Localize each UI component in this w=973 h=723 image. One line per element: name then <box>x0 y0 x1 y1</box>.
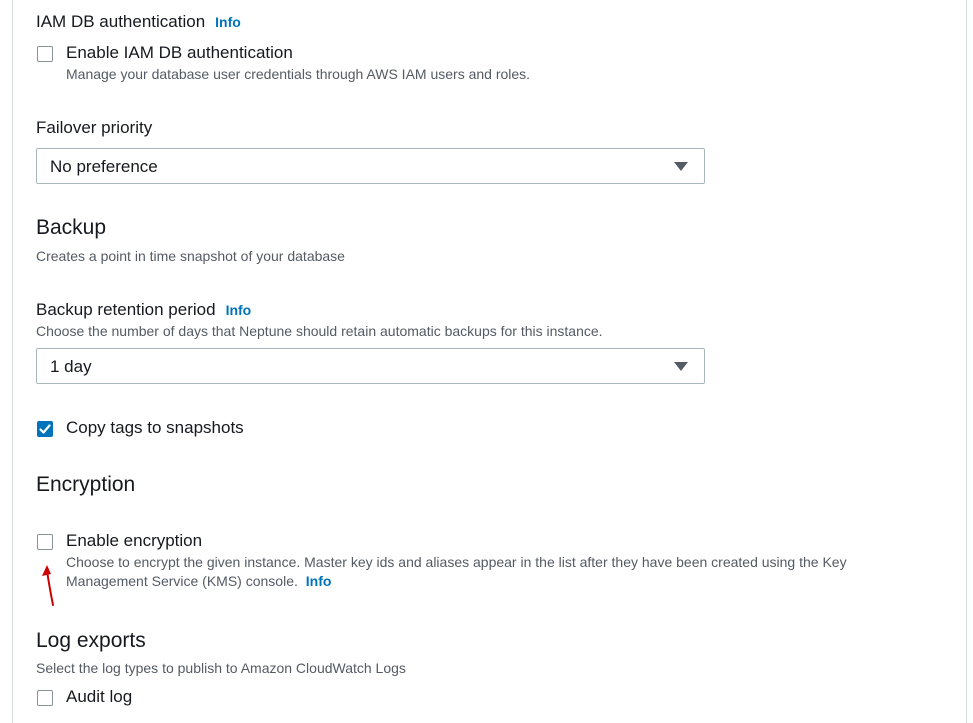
enable-iam-checkbox[interactable] <box>37 46 53 62</box>
right-scrollbar-track[interactable] <box>966 0 973 723</box>
enable-iam-label[interactable]: Enable IAM DB authentication <box>66 43 293 63</box>
encryption-description: Choose to encrypt the given instance. Ma… <box>66 553 946 591</box>
failover-priority-select[interactable]: No preference <box>36 148 705 184</box>
log-exports-heading: Log exports <box>36 629 146 652</box>
backup-retention-label: Backup retention period <box>36 300 216 319</box>
encryption-description-line2: Management Service (KMS) console. <box>66 573 298 589</box>
backup-retention-select[interactable]: 1 day <box>36 348 705 384</box>
copy-tags-label[interactable]: Copy tags to snapshots <box>66 418 244 438</box>
iam-heading: IAM DB authentication <box>36 12 206 31</box>
failover-label: Failover priority <box>36 118 153 137</box>
backup-description: Creates a point in time snapshot of your… <box>36 248 345 264</box>
left-panel-border <box>0 0 13 723</box>
enable-encryption-checkbox[interactable] <box>37 534 53 550</box>
backup-retention-info-link[interactable]: Info <box>226 302 252 318</box>
annotation-arrow-icon <box>42 565 54 606</box>
iam-section-title: IAM DB authentication Info <box>36 12 241 32</box>
checkmark-icon <box>39 424 51 434</box>
backup-heading: Backup <box>36 216 107 239</box>
enable-encryption-label[interactable]: Enable encryption <box>66 531 202 551</box>
encryption-heading: Encryption <box>36 473 136 496</box>
copy-tags-checkbox[interactable] <box>37 421 53 437</box>
backup-retention-title: Backup retention period Info <box>36 300 251 320</box>
log-exports-description: Select the log types to publish to Amazo… <box>36 660 406 676</box>
iam-info-link[interactable]: Info <box>215 14 241 30</box>
backup-retention-description: Choose the number of days that Neptune s… <box>36 323 603 339</box>
encryption-description-line1: Choose to encrypt the given instance. Ma… <box>66 554 847 570</box>
backup-retention-selected-value: 1 day <box>50 357 92 376</box>
caret-down-icon <box>674 362 688 371</box>
audit-log-checkbox[interactable] <box>37 690 53 706</box>
encryption-description-line2-row: Management Service (KMS) console. Info <box>66 572 946 591</box>
iam-description: Manage your database user credentials th… <box>66 66 531 82</box>
audit-log-label[interactable]: Audit log <box>66 687 132 707</box>
caret-down-icon <box>674 162 688 171</box>
failover-selected-value: No preference <box>50 157 158 176</box>
encryption-info-link[interactable]: Info <box>306 573 332 589</box>
